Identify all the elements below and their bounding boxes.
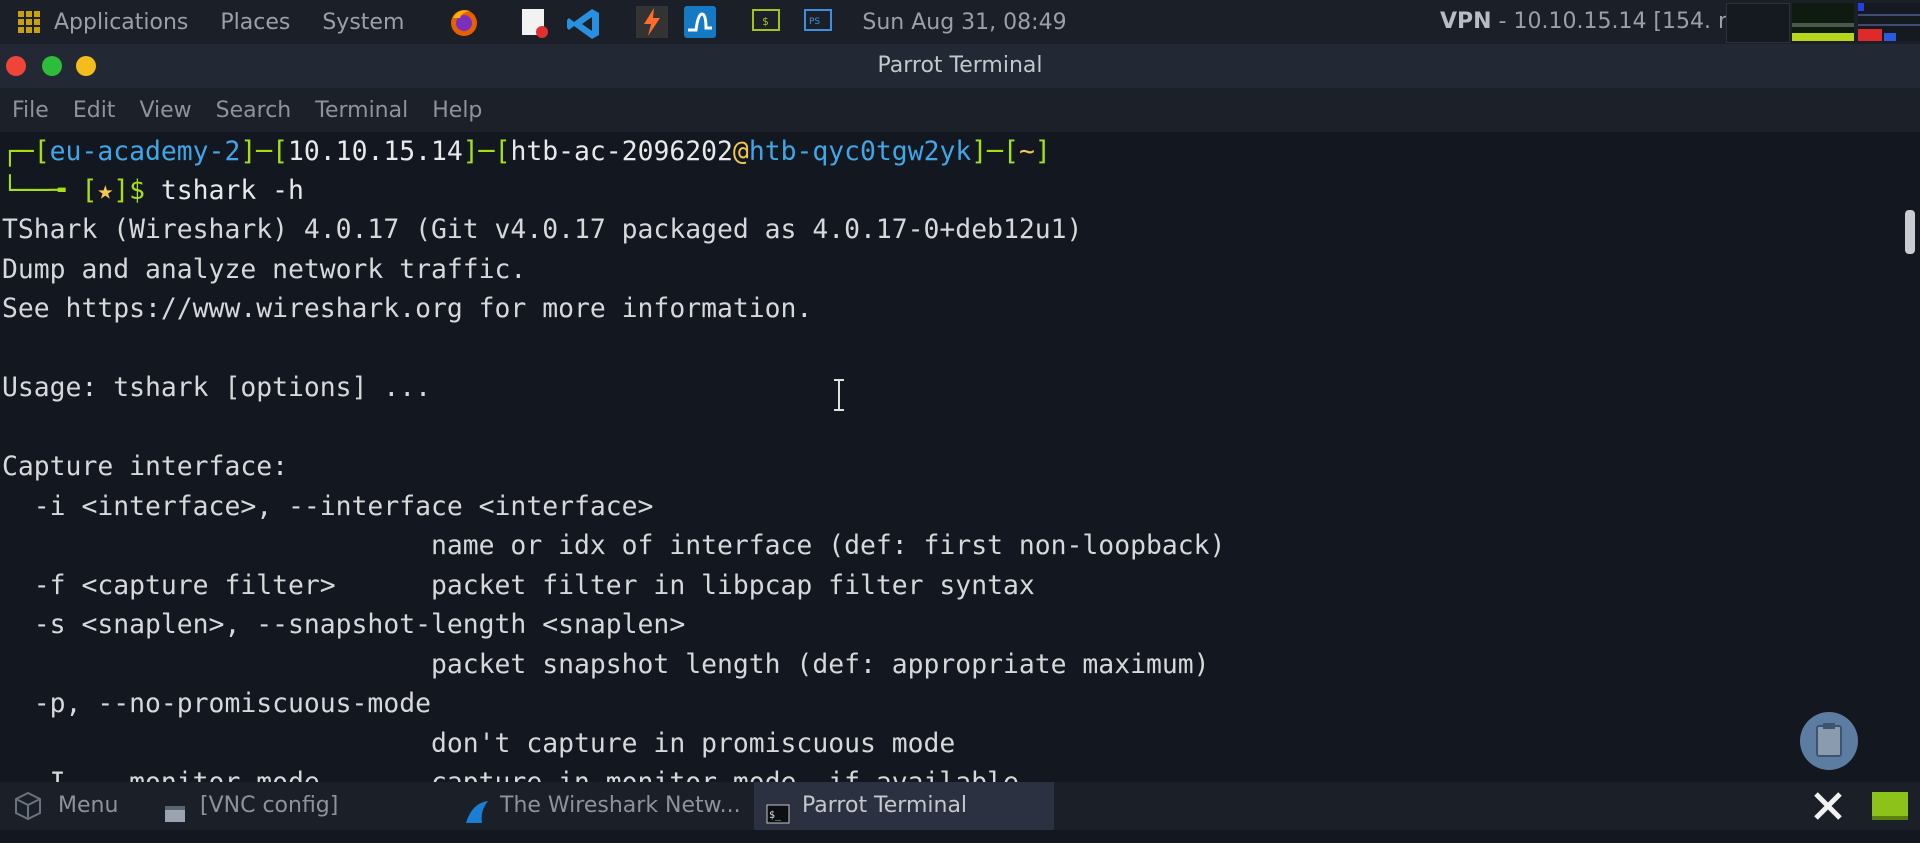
terminal-scrollbar[interactable] bbox=[1905, 210, 1915, 254]
output-line: -i <interface>, --interface <interface> bbox=[2, 490, 654, 522]
clock[interactable]: Sun Aug 31, 08:49 bbox=[862, 10, 1066, 35]
wireshark-fin-icon bbox=[464, 795, 488, 823]
output-line: -p, --no-promiscuous-mode bbox=[2, 688, 431, 719]
taskbar-task-vnc-config[interactable]: [VNC config] bbox=[164, 782, 338, 830]
output-line: -I, --monitor-mode capture in monitor mo… bbox=[2, 763, 1019, 782]
text-cursor-icon bbox=[834, 379, 844, 411]
cube-menu-icon bbox=[12, 790, 44, 822]
maximize-window-button[interactable] bbox=[42, 56, 62, 76]
close-window-button[interactable] bbox=[6, 56, 26, 76]
prompt-at: @ bbox=[732, 136, 749, 167]
taskbar-task-parrot-terminal[interactable]: $_ Parrot Terminal bbox=[754, 782, 1054, 830]
menu-file[interactable]: File bbox=[12, 98, 49, 123]
prompt-frame: ]$ bbox=[113, 175, 161, 206]
prompt-hostname: htb-qyc0tgw2yk bbox=[748, 136, 972, 167]
taskbar-menu-label: Menu bbox=[58, 793, 119, 818]
output-line: Capture interface: bbox=[2, 451, 288, 482]
menu-edit[interactable]: Edit bbox=[73, 98, 116, 123]
output-line: TShark (Wireshark) 4.0.17 (Git v4.0.17 p… bbox=[2, 214, 1083, 245]
prompt-line-2: └──╼ [★]$ tshark -h bbox=[2, 171, 304, 210]
burpsuite-launcher-icon[interactable] bbox=[636, 6, 669, 38]
firefox-launcher-icon[interactable] bbox=[448, 6, 480, 38]
prompt-cwd: ~ bbox=[1018, 136, 1035, 167]
terminal-output-area[interactable]: ┌─[eu-academy-2]─[10.10.15.14]─[htb-ac-2… bbox=[0, 132, 1920, 782]
svg-text:$: $ bbox=[762, 15, 769, 28]
task-label: Parrot Terminal bbox=[802, 793, 968, 818]
prompt-user: htb-ac-2096202 bbox=[510, 136, 733, 167]
minimize-window-button[interactable] bbox=[76, 56, 96, 76]
prompt-frame: ]─[ bbox=[971, 136, 1019, 167]
menu-help[interactable]: Help bbox=[432, 98, 482, 123]
terminal-menu-bar: File Edit View Search Terminal Help bbox=[0, 88, 1920, 132]
vscode-launcher-icon[interactable] bbox=[566, 6, 600, 39]
cpu-monitor-graph bbox=[1792, 3, 1854, 41]
output-line: Usage: tshark [options] ... bbox=[2, 372, 431, 403]
taskbar-menu-button[interactable]: Menu bbox=[12, 782, 118, 830]
prompt-host-tag: eu-academy-2 bbox=[49, 136, 241, 167]
vpn-label: VPN bbox=[1440, 9, 1492, 34]
bottom-taskbar: Menu [VNC config] The Wireshark Netw... … bbox=[0, 782, 1920, 830]
powershell-launcher-icon[interactable]: PS bbox=[804, 6, 836, 38]
window-title: Parrot Terminal bbox=[877, 53, 1043, 78]
workspace-switcher[interactable] bbox=[1726, 3, 1790, 43]
show-desktop-button[interactable] bbox=[1870, 782, 1910, 830]
system-menu[interactable]: System bbox=[322, 10, 404, 35]
prompt-line-1: ┌─[eu-academy-2]─[10.10.15.14]─[htb-ac-2… bbox=[2, 132, 1051, 171]
prompt-frame: ┌─[ bbox=[2, 136, 50, 167]
network-monitor-graph bbox=[1858, 3, 1920, 41]
svg-text:PS: PS bbox=[809, 17, 820, 27]
window-icon bbox=[164, 795, 186, 822]
output-line: See https://www.wireshark.org for more i… bbox=[2, 293, 813, 324]
close-x-icon bbox=[1814, 792, 1842, 820]
apps-grid-icon[interactable] bbox=[18, 11, 40, 33]
output-line: Dump and analyze network traffic. bbox=[2, 253, 527, 285]
task-label: [VNC config] bbox=[200, 793, 339, 818]
output-line: packet snapshot length (def: appropriate… bbox=[2, 648, 1210, 680]
vpn-detail: - 10.10.15.14 [154. ms] bbox=[1491, 9, 1760, 34]
desktop-icon bbox=[1872, 792, 1908, 820]
command-text: tshark -h bbox=[160, 175, 304, 206]
output-line: don't capture in promiscuous mode bbox=[2, 727, 956, 759]
wireshark-launcher-icon[interactable] bbox=[684, 6, 717, 38]
applications-menu[interactable]: Applications bbox=[54, 10, 188, 35]
vpn-status: VPN - 10.10.15.14 [154. ms] bbox=[1440, 0, 1759, 44]
terminal-icon: $_ bbox=[766, 795, 790, 824]
output-line: -s <snaplen>, --snapshot-length <snaplen… bbox=[2, 609, 686, 640]
prompt-frame: ]─[ bbox=[462, 136, 511, 167]
task-label: The Wireshark Netw... bbox=[500, 793, 741, 818]
close-all-button[interactable] bbox=[1810, 782, 1846, 830]
terminal-launcher-icon[interactable]: $ bbox=[752, 6, 784, 38]
taskbar-task-wireshark-browser[interactable]: The Wireshark Netw... bbox=[464, 782, 741, 830]
prompt-frame: └──╼ [ bbox=[2, 175, 98, 206]
clipboard-button[interactable] bbox=[1800, 712, 1858, 770]
prompt-star: ★ bbox=[97, 175, 114, 206]
menu-search[interactable]: Search bbox=[216, 98, 292, 123]
output-line: name or idx of interface (def: first non… bbox=[2, 530, 1226, 561]
top-panel: Applications Places System $ PS Sun Aug … bbox=[0, 0, 1920, 44]
places-menu[interactable]: Places bbox=[220, 10, 290, 35]
prompt-ip: 10.10.15.14 bbox=[288, 136, 463, 167]
window-title-bar[interactable]: Parrot Terminal bbox=[0, 44, 1920, 88]
output-line: -f <capture filter> packet filter in lib… bbox=[2, 569, 1035, 601]
prompt-frame: ]─[ bbox=[240, 136, 289, 167]
menu-view[interactable]: View bbox=[139, 98, 191, 123]
svg-text:$_: $_ bbox=[769, 810, 782, 821]
menu-terminal[interactable]: Terminal bbox=[315, 98, 408, 123]
text-editor-launcher-icon[interactable] bbox=[518, 6, 550, 38]
prompt-frame: ] bbox=[1034, 136, 1051, 167]
